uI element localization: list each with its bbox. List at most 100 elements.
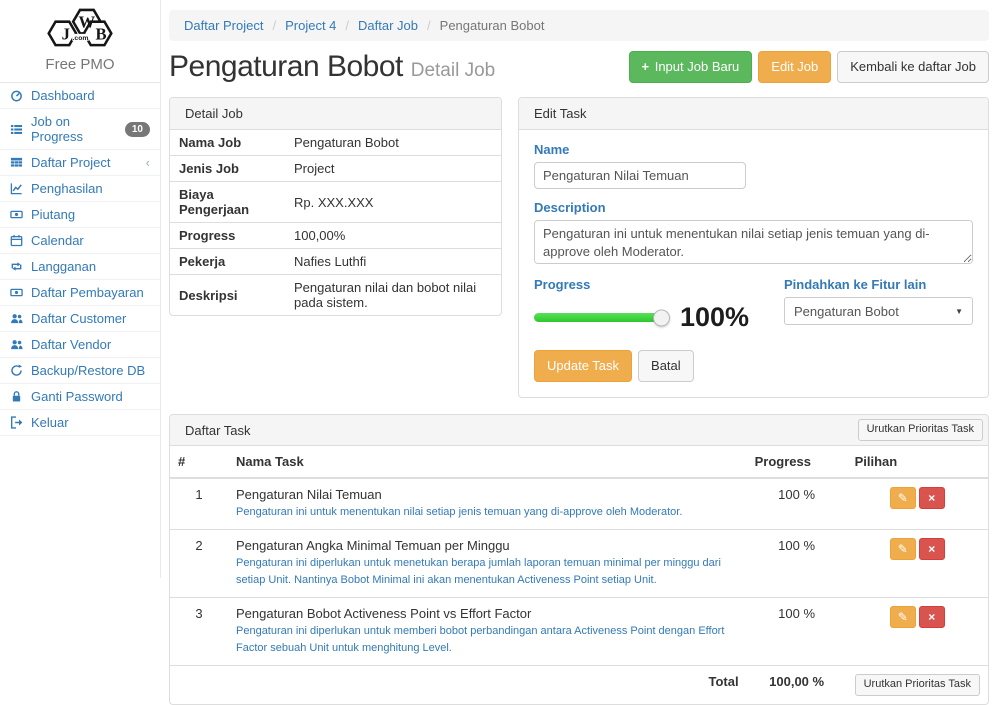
progress-label: Progress: [534, 277, 784, 292]
task-name: Pengaturan Bobot Activeness Point vs Eff…: [236, 606, 739, 621]
table-row: PekerjaNafies Luthfi: [170, 249, 501, 275]
sidebar-item-keluar[interactable]: Keluar: [0, 410, 160, 436]
task-name: Pengaturan Nilai Temuan: [236, 487, 739, 502]
app-window: W J B .com Free PMO Dashboard Job on Pro…: [0, 0, 1000, 578]
sidebar-item-calendar[interactable]: Calendar: [0, 228, 160, 254]
brand: W J B .com Free PMO: [0, 0, 160, 82]
svg-text:J: J: [62, 24, 70, 43]
edit-job-button[interactable]: Edit Job: [758, 51, 831, 83]
table-row: 2 Pengaturan Angka Minimal Temuan per Mi…: [170, 530, 988, 598]
description-label: Description: [534, 200, 973, 215]
svg-text:B: B: [95, 24, 106, 43]
edit-task-button[interactable]: ✎: [890, 487, 916, 509]
sidebar-item-piutang[interactable]: Piutang: [0, 202, 160, 228]
sidebar-item-penghasilan[interactable]: Penghasilan: [0, 176, 160, 202]
delete-task-button[interactable]: ×: [919, 606, 945, 628]
breadcrumb-current: Pengaturan Bobot: [440, 18, 545, 33]
table-row: Biaya PengerjaanRp. XXX.XXX: [170, 182, 501, 223]
refresh-icon: [10, 364, 24, 378]
svg-text:W: W: [79, 13, 96, 32]
breadcrumb-link-project-4[interactable]: Project 4: [285, 18, 336, 33]
task-description: Pengaturan ini untuk menentukan nilai se…: [236, 504, 739, 521]
edit-task-panel-title: Edit Task: [519, 98, 988, 130]
users-icon: [10, 338, 24, 352]
sidebar-item-langganan[interactable]: Langganan: [0, 254, 160, 280]
lock-icon: [10, 390, 24, 404]
table-row: Progress100,00%: [170, 223, 501, 249]
progress-slider-handle[interactable]: [653, 309, 670, 326]
table-row: Jenis JobProject: [170, 156, 501, 182]
total-value: 100,00 %: [747, 666, 847, 704]
edit-task-panel: Edit Task Name Description Pengaturan in…: [518, 97, 989, 398]
sidebar: W J B .com Free PMO Dashboard Job on Pro…: [0, 0, 161, 578]
detail-job-table: Nama JobPengaturan Bobot Jenis JobProjec…: [170, 130, 501, 315]
sidebar-item-dashboard[interactable]: Dashboard: [0, 83, 160, 109]
task-description: Pengaturan ini diperlukan untuk menetuka…: [236, 555, 739, 589]
sidebar-item-daftar-vendor[interactable]: Daftar Vendor: [0, 332, 160, 358]
kembali-ke-daftar-job-button[interactable]: Kembali ke daftar Job: [837, 51, 989, 83]
sidebar-item-daftar-customer[interactable]: Daftar Customer: [0, 306, 160, 332]
urutkan-prioritas-task-button[interactable]: Urutkan Prioritas Task: [858, 419, 983, 441]
x-icon: ×: [928, 491, 935, 505]
sidebar-item-ganti-password[interactable]: Ganti Password: [0, 384, 160, 410]
delete-task-button[interactable]: ×: [919, 538, 945, 560]
sidebar-item-job-on-progress[interactable]: Job on Progress 10: [0, 109, 160, 150]
move-feature-label: Pindahkan ke Fitur lain: [784, 277, 973, 292]
daftar-task-panel: Daftar Task Urutkan Prioritas Task # Nam…: [169, 414, 989, 704]
task-progress: 100 %: [747, 598, 847, 666]
x-icon: ×: [928, 610, 935, 624]
x-icon: ×: [928, 542, 935, 556]
table-icon: [10, 156, 24, 170]
brand-name: Free PMO: [0, 56, 160, 73]
chevron-left-icon: ‹: [146, 156, 150, 169]
task-table: # Nama Task Progress Pilihan 1 Pengatura…: [170, 446, 988, 704]
update-task-button[interactable]: Update Task: [534, 350, 632, 382]
line-chart-icon: [10, 182, 24, 196]
edit-task-button[interactable]: ✎: [890, 538, 916, 560]
sidebar-item-daftar-project[interactable]: Daftar Project ‹: [0, 150, 160, 176]
batal-button[interactable]: Batal: [638, 350, 694, 382]
task-name: Pengaturan Angka Minimal Temuan per Ming…: [236, 538, 739, 553]
table-row: Nama JobPengaturan Bobot: [170, 130, 501, 156]
breadcrumb: Daftar Project / Project 4 / Daftar Job …: [169, 10, 989, 41]
retweet-icon: [10, 260, 24, 274]
breadcrumb-link-daftar-job[interactable]: Daftar Job: [358, 18, 418, 33]
table-row: 1 Pengaturan Nilai Temuan Pengaturan ini…: [170, 478, 988, 530]
sidebar-item-daftar-pembayaran[interactable]: Daftar Pembayaran: [0, 280, 160, 306]
table-row: DeskripsiPengaturan nilai dan bobot nila…: [170, 275, 501, 316]
progress-slider-fill: [534, 313, 666, 322]
edit-task-button[interactable]: ✎: [890, 606, 916, 628]
task-description-textarea[interactable]: Pengaturan ini untuk menentukan nilai se…: [534, 220, 973, 264]
table-row: 3 Pengaturan Bobot Activeness Point vs E…: [170, 598, 988, 666]
urutkan-prioritas-task-button-bottom[interactable]: Urutkan Prioritas Task: [855, 674, 980, 696]
detail-job-panel-title: Detail Job: [170, 98, 501, 130]
task-name-input[interactable]: [534, 162, 746, 189]
jwb-logo-icon: W J B .com: [36, 7, 124, 51]
plus-icon: +: [642, 59, 650, 74]
task-progress: 100 %: [747, 530, 847, 598]
page-subtitle: Detail Job: [411, 60, 496, 81]
chevron-down-icon: ▼: [955, 307, 963, 316]
delete-task-button[interactable]: ×: [919, 487, 945, 509]
task-progress: 100 %: [747, 478, 847, 530]
main-content: Daftar Project / Project 4 / Daftar Job …: [161, 0, 1000, 578]
job-count-badge: 10: [125, 122, 150, 137]
money-icon: [10, 286, 24, 300]
input-job-baru-button[interactable]: + Input Job Baru: [629, 51, 753, 83]
sidebar-item-backup-restore[interactable]: Backup/Restore DB: [0, 358, 160, 384]
sign-out-icon: [10, 416, 24, 430]
daftar-task-panel-title: Daftar Task: [185, 423, 251, 438]
dashboard-icon: [10, 89, 24, 103]
users-icon: [10, 312, 24, 326]
detail-job-panel: Detail Job Nama JobPengaturan Bobot Jeni…: [169, 97, 502, 316]
list-icon: [10, 122, 24, 136]
money-icon: [10, 208, 24, 222]
svg-text:.com: .com: [73, 35, 89, 42]
calendar-icon: [10, 234, 24, 248]
move-feature-select[interactable]: Pengaturan Bobot ▼: [784, 297, 973, 325]
breadcrumb-link-daftar-project[interactable]: Daftar Project: [184, 18, 263, 33]
progress-slider[interactable]: [534, 313, 666, 322]
total-label: Total: [228, 666, 747, 704]
pencil-icon: ✎: [898, 610, 908, 624]
move-feature-selected-value: Pengaturan Bobot: [794, 304, 899, 319]
